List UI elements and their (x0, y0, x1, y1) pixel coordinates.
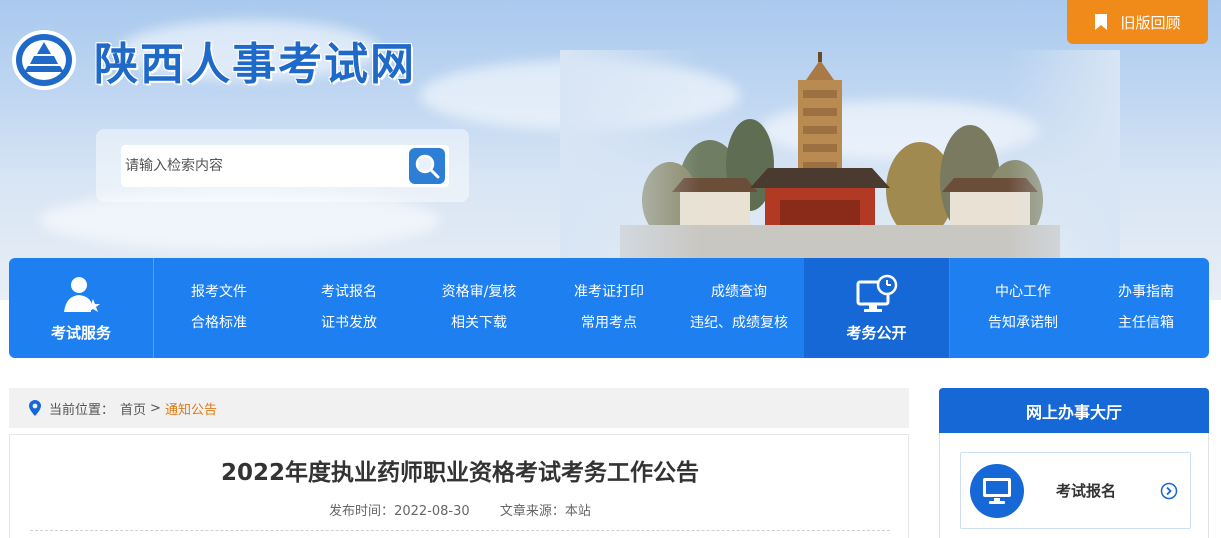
exam-public-links: 中心工作 办事指南 告知承诺制 主任信箱 (950, 258, 1209, 358)
nav-link-commitment-system[interactable]: 告知承诺制 (963, 308, 1083, 339)
old-version-button[interactable]: 旧版回顾 (1067, 0, 1208, 44)
nav-link-violation-score-review[interactable]: 违纪、成绩复核 (674, 308, 804, 339)
main-navbar: 考试服务 报考文件 考试报名 资格审/复核 准考证打印 成绩查询 合格标准 证书… (9, 258, 1209, 358)
online-service-hall-title: 网上办事大厅 (939, 388, 1209, 433)
online-service-hall-panel: 考试报名 (939, 433, 1209, 538)
exam-registration-card-label: 考试报名 (1056, 482, 1117, 500)
article-meta: 发布时间：2022-08-30 文章来源：本站 (10, 500, 910, 519)
nav-link-exam-documents[interactable]: 报考文件 (154, 277, 284, 308)
big-wild-goose-pagoda-image (560, 50, 1120, 260)
publish-label: 发布时间： (329, 504, 395, 519)
circle-arrow-right-icon (1160, 482, 1178, 499)
publish-date: 2022-08-30 (394, 504, 470, 519)
site-logo[interactable]: 陕西人事考试网 (10, 28, 416, 92)
article-panel: 2022年度执业药师职业资格考试考务工作公告 发布时间：2022-08-30 文… (9, 434, 909, 538)
bookmark-icon (1095, 14, 1108, 30)
exam-registration-card[interactable]: 考试报名 (960, 452, 1191, 529)
nav-link-qualification-review[interactable]: 资格审/复核 (414, 277, 544, 308)
nav-link-passing-standard[interactable]: 合格标准 (154, 308, 284, 339)
header-banner: 陕西人事考试网 旧版回顾 (0, 0, 1221, 300)
search-icon (415, 154, 440, 179)
nav-link-common-exam-sites[interactable]: 常用考点 (544, 308, 674, 339)
exam-service-section[interactable]: 考试服务 (9, 258, 155, 358)
old-version-label: 旧版回顾 (1120, 13, 1181, 32)
source-label: 文章来源： (499, 504, 565, 519)
breadcrumb-current[interactable]: 通知公告 (165, 399, 217, 418)
breadcrumb: 当前位置： 首页 > 通知公告 (9, 388, 909, 428)
search-container (96, 129, 469, 202)
user-star-icon (64, 276, 100, 312)
exam-public-label: 考务公开 (846, 323, 907, 342)
monitor-icon-circle (970, 463, 1024, 518)
search-input[interactable] (125, 151, 405, 181)
article-title: 2022年度执业药师职业资格考试考务工作公告 (220, 460, 699, 486)
search-field-wrapper (121, 145, 449, 187)
nav-link-exam-registration[interactable]: 考试报名 (284, 277, 414, 308)
exam-public-section[interactable]: 考务公开 (804, 258, 950, 358)
exam-service-links: 报考文件 考试报名 资格审/复核 准考证打印 成绩查询 合格标准 证书发放 相关… (154, 258, 804, 358)
nav-link-certificate-issuance[interactable]: 证书发放 (284, 308, 414, 339)
logo-emblem-icon (12, 30, 76, 90)
breadcrumb-home-link[interactable]: 首页 (120, 399, 146, 418)
exam-service-label: 考试服务 (51, 323, 112, 342)
article-source: 本站 (564, 504, 591, 519)
nav-link-admission-ticket-print[interactable]: 准考证打印 (544, 277, 674, 308)
breadcrumb-prefix: 当前位置： (49, 402, 115, 418)
location-pin-icon (29, 400, 41, 416)
breadcrumb-separator: > (150, 400, 161, 416)
nav-link-service-guide[interactable]: 办事指南 (1083, 277, 1209, 308)
nav-link-score-query[interactable]: 成绩查询 (674, 277, 804, 308)
monitor-icon (983, 477, 1011, 504)
nav-link-downloads[interactable]: 相关下载 (414, 308, 544, 339)
monitor-clock-icon (856, 274, 897, 312)
nav-link-director-mailbox[interactable]: 主任信箱 (1083, 308, 1209, 339)
search-button[interactable] (409, 148, 445, 184)
divider (30, 530, 890, 531)
nav-link-center-work[interactable]: 中心工作 (963, 277, 1083, 308)
site-title: 陕西人事考试网 (94, 39, 416, 90)
